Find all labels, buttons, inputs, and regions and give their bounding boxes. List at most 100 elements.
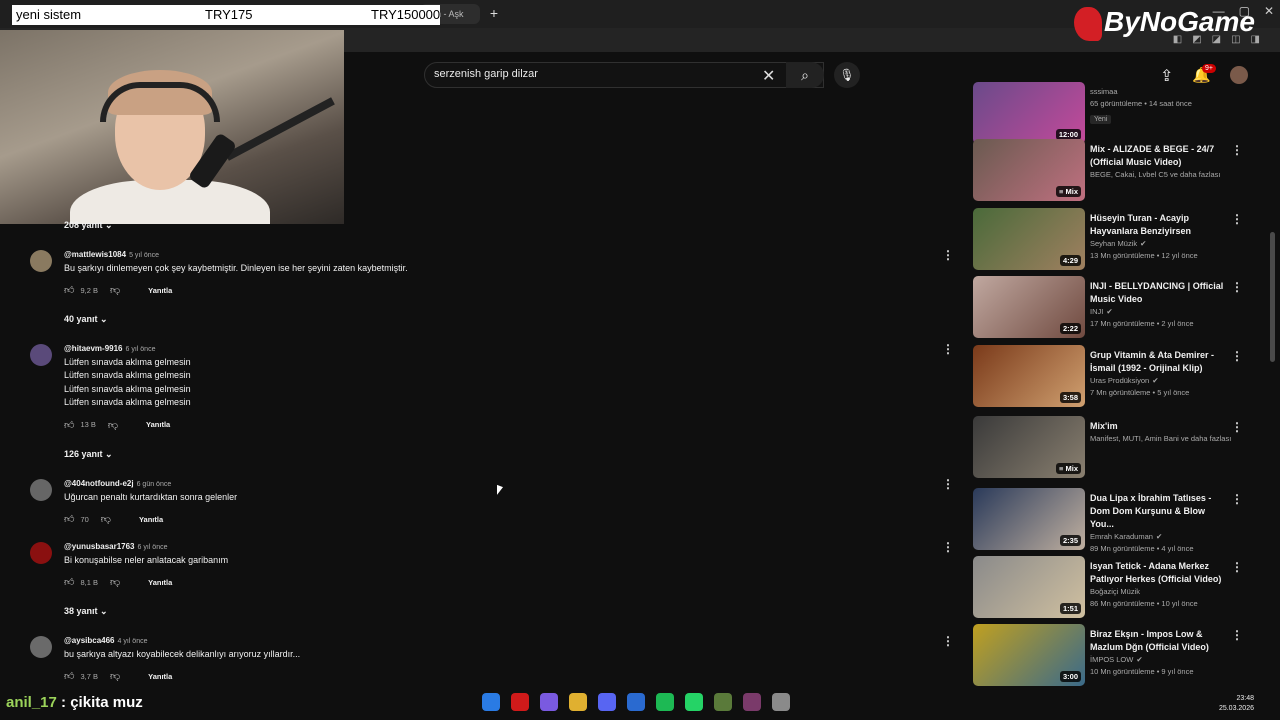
search-icon[interactable]: ⌕ xyxy=(786,62,824,88)
video-title[interactable]: Grup Vitamin & Ata Demirer - İsmail (199… xyxy=(1090,349,1230,375)
more-icon[interactable]: ⋮ xyxy=(1231,349,1243,363)
replies-toggle[interactable]: 40 yanıt ⌄ xyxy=(64,314,108,325)
reply-button[interactable]: Yanıtla xyxy=(148,578,172,587)
video-thumbnail[interactable]: 2:22 xyxy=(973,276,1085,338)
more-icon[interactable]: ⋮ xyxy=(942,634,954,648)
search-query[interactable]: serzenish garip dilzar xyxy=(434,68,538,80)
comment-author[interactable]: @yunusbasar1763 6 yıl önce xyxy=(64,542,167,551)
comment-author[interactable]: @404notfound-e2j 6 gün önce xyxy=(64,479,171,488)
more-icon[interactable]: ⋮ xyxy=(942,342,954,356)
channel-name[interactable]: Uras Prodüksiyon ✔ xyxy=(1090,376,1230,385)
channel-name[interactable]: Emrah Karaduman ✔ xyxy=(1090,532,1230,541)
channel-name[interactable]: BEGE, Cakai, Lvbel C5 ve daha fazlası xyxy=(1090,170,1230,179)
like-icon[interactable]: 👍︎ xyxy=(64,513,74,525)
video-thumbnail[interactable]: 1:51 xyxy=(973,556,1085,618)
taskbar-app-icon[interactable] xyxy=(656,693,674,711)
video-thumbnail[interactable]: 12:00 xyxy=(973,82,1085,144)
video-card[interactable]: ≡ Mix Mix - ALIZADE & BEGE - 24/7 (Offici… xyxy=(973,139,1263,203)
taskbar-app-icon[interactable] xyxy=(482,693,500,711)
microphone-icon[interactable]: 🎙 xyxy=(834,62,860,88)
replies-toggle[interactable]: 208 yanıt ⌄ xyxy=(64,220,113,231)
video-card[interactable]: 12:00 sssimaa 65 görüntüleme • 14 saat önc… xyxy=(973,82,1263,146)
comment-time[interactable]: 6 gün önce xyxy=(137,481,172,488)
plus-icon[interactable]: + xyxy=(486,5,502,21)
channel-name[interactable]: İMPOS LOW ✔ xyxy=(1090,655,1230,664)
dislike-icon[interactable]: 👎︎ xyxy=(110,576,120,588)
video-card[interactable]: 4:29 Hüseyin Turan - Acayip Hayvanlara Be… xyxy=(973,208,1263,272)
dislike-icon[interactable]: 👎︎ xyxy=(110,284,120,296)
taskbar-app-icon[interactable] xyxy=(772,693,790,711)
like-icon[interactable]: 👍︎ xyxy=(64,419,74,431)
taskbar-app-icon[interactable] xyxy=(714,693,732,711)
video-thumbnail[interactable]: 4:29 xyxy=(973,208,1085,270)
video-card[interactable]: 2:35 Dua Lipa x İbrahim Tatlıses - Dom Do… xyxy=(973,488,1263,553)
like-icon[interactable]: 👍︎ xyxy=(64,284,74,296)
avatar[interactable] xyxy=(30,250,52,272)
taskbar-app-icon[interactable] xyxy=(540,693,558,711)
video-title[interactable]: Isyan Tetick - Adana Merkez Patlıyor Her… xyxy=(1090,560,1230,586)
system-clock[interactable]: 23:48 25.03.2026 xyxy=(1219,694,1254,714)
replies-toggle[interactable]: 38 yanıt ⌄ xyxy=(64,606,108,617)
video-title[interactable]: INJI - BELLYDANCING | Official Music Vid… xyxy=(1090,280,1230,306)
taskbar-app-icon[interactable] xyxy=(511,693,529,711)
reply-button[interactable]: Yanıtla xyxy=(146,420,170,429)
more-icon[interactable]: ⋮ xyxy=(1231,492,1243,506)
video-title[interactable]: Mix - ALIZADE & BEGE - 24/7 (Official Mu… xyxy=(1090,143,1230,169)
more-icon[interactable]: ⋮ xyxy=(942,540,954,554)
comment-time[interactable]: 6 yıl önce xyxy=(126,346,156,353)
comment-author[interactable]: @mattlewis1084 5 yıl önce xyxy=(64,250,159,259)
like-icon[interactable]: 👍︎ xyxy=(64,670,74,682)
video-card[interactable]: 3:00 Biraz Ekşın - Impos Low & Mazlum Dğn… xyxy=(973,624,1263,688)
like-icon[interactable]: 👍︎ xyxy=(64,576,74,588)
more-icon[interactable]: ⋮ xyxy=(1231,560,1243,574)
comment-time[interactable]: 5 yıl önce xyxy=(129,252,159,259)
reply-button[interactable]: Yanıtla xyxy=(148,672,172,681)
channel-name[interactable]: Seyhan Müzik ✔ xyxy=(1090,239,1230,248)
clear-search-icon[interactable]: ✕ xyxy=(762,66,775,86)
taskbar-app-icon[interactable] xyxy=(569,693,587,711)
video-card[interactable]: 1:51 Isyan Tetick - Adana Merkez Patlıyor… xyxy=(973,556,1263,620)
video-title[interactable]: Mix'im xyxy=(1090,420,1230,433)
channel-name[interactable]: Boğaziçi Müzik xyxy=(1090,587,1230,596)
dislike-icon[interactable]: 👎︎ xyxy=(108,419,118,431)
video-title[interactable]: Biraz Ekşın - Impos Low & Mazlum Dğn (Of… xyxy=(1090,628,1230,654)
dislike-icon[interactable]: 👎︎ xyxy=(101,513,111,525)
avatar[interactable] xyxy=(30,636,52,658)
taskbar-app-icon[interactable] xyxy=(627,693,645,711)
channel-name[interactable]: INJI ✔ xyxy=(1090,307,1230,316)
video-thumbnail[interactable]: ≡ Mix xyxy=(973,416,1085,478)
taskbar-app-icon[interactable] xyxy=(685,693,703,711)
video-title[interactable]: Dua Lipa x İbrahim Tatlıses - Dom Dom Ku… xyxy=(1090,492,1230,531)
taskbar-app-icon[interactable] xyxy=(598,693,616,711)
taskbar-app-icon[interactable] xyxy=(743,693,761,711)
comment-author[interactable]: @aysibca466 4 yıl önce xyxy=(64,636,147,645)
more-icon[interactable]: ⋮ xyxy=(1231,628,1243,642)
more-icon[interactable]: ⋮ xyxy=(1231,280,1243,294)
channel-name[interactable]: Manifest, MUTI, Amin Bani ve daha fazlas… xyxy=(1090,434,1231,443)
video-card[interactable]: 3:58 Grup Vitamin & Ata Demirer - İsmail … xyxy=(973,345,1263,409)
video-thumbnail[interactable]: 3:00 xyxy=(973,624,1085,686)
channel-name[interactable]: sssimaa xyxy=(1090,87,1192,96)
reply-button[interactable]: Yanıtla xyxy=(139,515,163,524)
more-icon[interactable]: ⋮ xyxy=(1231,420,1243,434)
comment-time[interactable]: 6 yıl önce xyxy=(138,544,168,551)
more-icon[interactable]: ⋮ xyxy=(942,477,954,491)
scrollbar[interactable] xyxy=(1270,232,1275,362)
video-thumbnail[interactable]: 2:35 xyxy=(973,488,1085,550)
video-card[interactable]: 2:22 INJI - BELLYDANCING | Official Music… xyxy=(973,276,1263,340)
video-thumbnail[interactable]: ≡ Mix xyxy=(973,139,1085,201)
avatar[interactable] xyxy=(30,344,52,366)
video-thumbnail[interactable]: 3:58 xyxy=(973,345,1085,407)
video-card[interactable]: ≡ Mix Mix'im Manifest, MUTI, Amin Bani ve … xyxy=(973,416,1263,480)
avatar[interactable] xyxy=(30,479,52,501)
more-icon[interactable]: ⋮ xyxy=(1231,143,1243,157)
more-icon[interactable]: ⋮ xyxy=(1231,212,1243,226)
more-icon[interactable]: ⋮ xyxy=(942,248,954,262)
replies-toggle[interactable]: 126 yanıt ⌄ xyxy=(64,449,113,460)
reply-button[interactable]: Yanıtla xyxy=(148,286,172,295)
dislike-icon[interactable]: 👎︎ xyxy=(110,670,120,682)
video-title[interactable]: Hüseyin Turan - Acayip Hayvanlara Benziy… xyxy=(1090,212,1230,238)
avatar[interactable] xyxy=(30,542,52,564)
comment-author[interactable]: @hitaevm-9916 6 yıl önce xyxy=(64,344,155,353)
comment-time[interactable]: 4 yıl önce xyxy=(118,638,148,645)
